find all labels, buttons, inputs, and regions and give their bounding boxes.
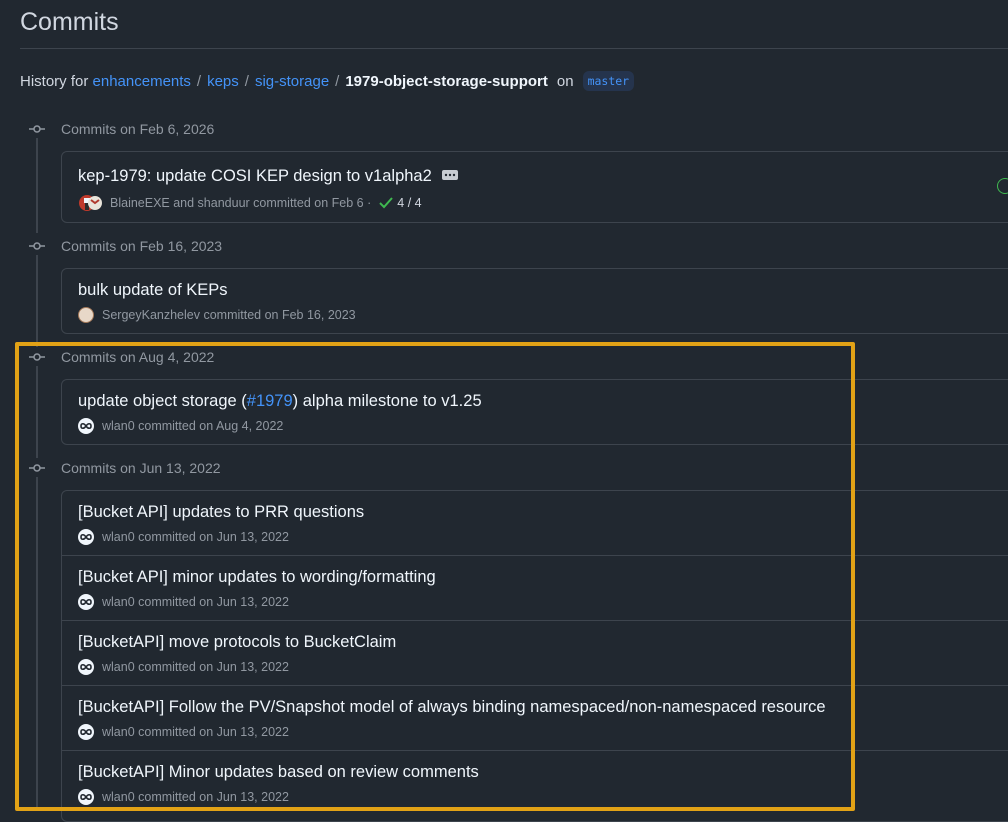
timeline-line [36,477,38,808]
commit-group-date: Commits on Aug 4, 2022 [61,349,215,365]
avatar[interactable] [78,789,94,805]
commit-title-text[interactable]: ) alpha milestone to v1.25 [293,392,482,410]
commit-meta: wlan0 committed on Jun 13, 2022 [78,529,289,545]
git-commit-icon [28,459,46,477]
commit-title[interactable]: [BucketAPI] move protocols to BucketClai… [78,633,396,652]
commit-meta: wlan0 committed on Jun 13, 2022 [78,724,289,740]
avatar[interactable] [78,418,94,434]
commit-title[interactable]: [BucketAPI] Minor updates based on revie… [78,763,479,782]
commit-title[interactable]: [BucketAPI] Follow the PV/Snapshot model… [78,698,826,717]
avatar[interactable] [78,594,94,610]
commit-row[interactable]: update object storage (#1979) alpha mile… [62,380,1008,444]
avatar[interactable] [78,194,106,212]
commit-author-text: wlan0 committed on Jun 13, 2022 [102,790,289,804]
commit-title[interactable]: [Bucket API] minor updates to wording/fo… [78,568,436,587]
commit-row[interactable]: [Bucket API] updates to PRR questions wl… [62,491,1008,555]
branch-badge[interactable]: master [582,71,635,91]
commit-row[interactable]: [Bucket API] minor updates to wording/fo… [62,555,1008,620]
commit-meta: SergeyKanzhelev committed on Feb 16, 202… [78,307,356,323]
commit-author-text: wlan0 committed on Jun 13, 2022 [102,660,289,674]
ellipsis-icon[interactable] [441,170,458,180]
commit-meta: wlan0 committed on Aug 4, 2022 [78,418,283,434]
commit-title-text[interactable]: kep-1979: update COSI KEP design to v1al… [78,167,432,185]
commit-group-header: Commits on Feb 16, 2023 [28,236,222,256]
commit-row[interactable]: [BucketAPI] Follow the PV/Snapshot model… [62,685,1008,750]
page-title: Commits [20,8,119,36]
commit-group-date: Commits on Feb 6, 2026 [61,121,215,137]
commit-author-text: wlan0 committed on Jun 13, 2022 [102,530,289,544]
timeline-line [36,366,38,458]
breadcrumb-separator: / [244,72,249,90]
commit-row[interactable]: bulk update of KEPs SergeyKanzhelev comm… [62,269,1008,333]
status-icon[interactable] [997,178,1008,194]
breadcrumb-on-label: on [556,72,574,90]
title-divider [20,48,1008,49]
commit-row[interactable]: [BucketAPI] move protocols to BucketClai… [62,620,1008,685]
commit-title[interactable]: kep-1979: update COSI KEP design to v1al… [78,167,458,186]
commit-meta: wlan0 committed on Jun 13, 2022 [78,659,289,675]
breadcrumb-separator: / [335,72,340,90]
commit-author-text: wlan0 committed on Aug 4, 2022 [102,419,284,433]
commit-author-text: SergeyKanzhelev committed on Feb 16, 202… [102,308,356,322]
git-commit-icon [28,237,46,255]
commit-group-date: Commits on Jun 13, 2022 [61,460,221,476]
commit-author-text: wlan0 committed on Jun 13, 2022 [102,595,289,609]
breadcrumb-current-path: 1979-object-storage-support [345,72,548,90]
commit-list: kep-1979: update COSI KEP design to v1al… [61,151,1008,223]
breadcrumb-link-sig-storage[interactable]: sig-storage [255,73,329,90]
avatar[interactable] [78,659,94,675]
commit-meta: BlaineEXE and shanduur committed on Feb … [78,194,422,212]
check-icon[interactable] [379,197,394,209]
breadcrumb-prefix: History for [20,72,89,90]
timeline-line [36,138,38,233]
timeline-line [36,255,38,347]
breadcrumb-link-keps[interactable]: keps [207,73,239,90]
commit-title[interactable]: update object storage (#1979) alpha mile… [78,392,482,411]
commit-list: update object storage (#1979) alpha mile… [61,379,1008,445]
checks-count[interactable]: 4 / 4 [397,196,421,210]
commit-row[interactable]: kep-1979: update COSI KEP design to v1al… [62,152,1008,222]
commit-author-text: wlan0 committed on Jun 13, 2022 [102,725,289,739]
commit-meta: wlan0 committed on Jun 13, 2022 [78,789,289,805]
commit-group-header: Commits on Jun 13, 2022 [28,458,221,478]
avatar[interactable] [78,724,94,740]
commit-title[interactable]: bulk update of KEPs [78,281,228,300]
issue-link[interactable]: #1979 [247,392,293,410]
avatar[interactable] [78,529,94,545]
commit-group-date: Commits on Feb 16, 2023 [61,238,223,254]
commit-group-header: Commits on Feb 6, 2026 [28,119,214,139]
commit-list: bulk update of KEPs SergeyKanzhelev comm… [61,268,1008,334]
git-commit-icon [28,120,46,138]
breadcrumb: History for enhancements / keps / sig-st… [20,71,635,91]
commit-title[interactable]: [Bucket API] updates to PRR questions [78,503,364,522]
commit-group-header: Commits on Aug 4, 2022 [28,347,214,367]
commit-author-text: BlaineEXE and shanduur committed on Feb … [110,196,372,210]
breadcrumb-link-enhancements[interactable]: enhancements [93,73,191,90]
commit-list: [Bucket API] updates to PRR questions wl… [61,490,1008,822]
breadcrumb-separator: / [196,72,202,90]
avatar[interactable] [78,307,94,323]
commit-meta: wlan0 committed on Jun 13, 2022 [78,594,289,610]
commit-row[interactable]: [BucketAPI] Minor updates based on revie… [62,750,1008,815]
commit-title-text[interactable]: update object storage ( [78,392,247,410]
git-commit-icon [28,348,46,366]
